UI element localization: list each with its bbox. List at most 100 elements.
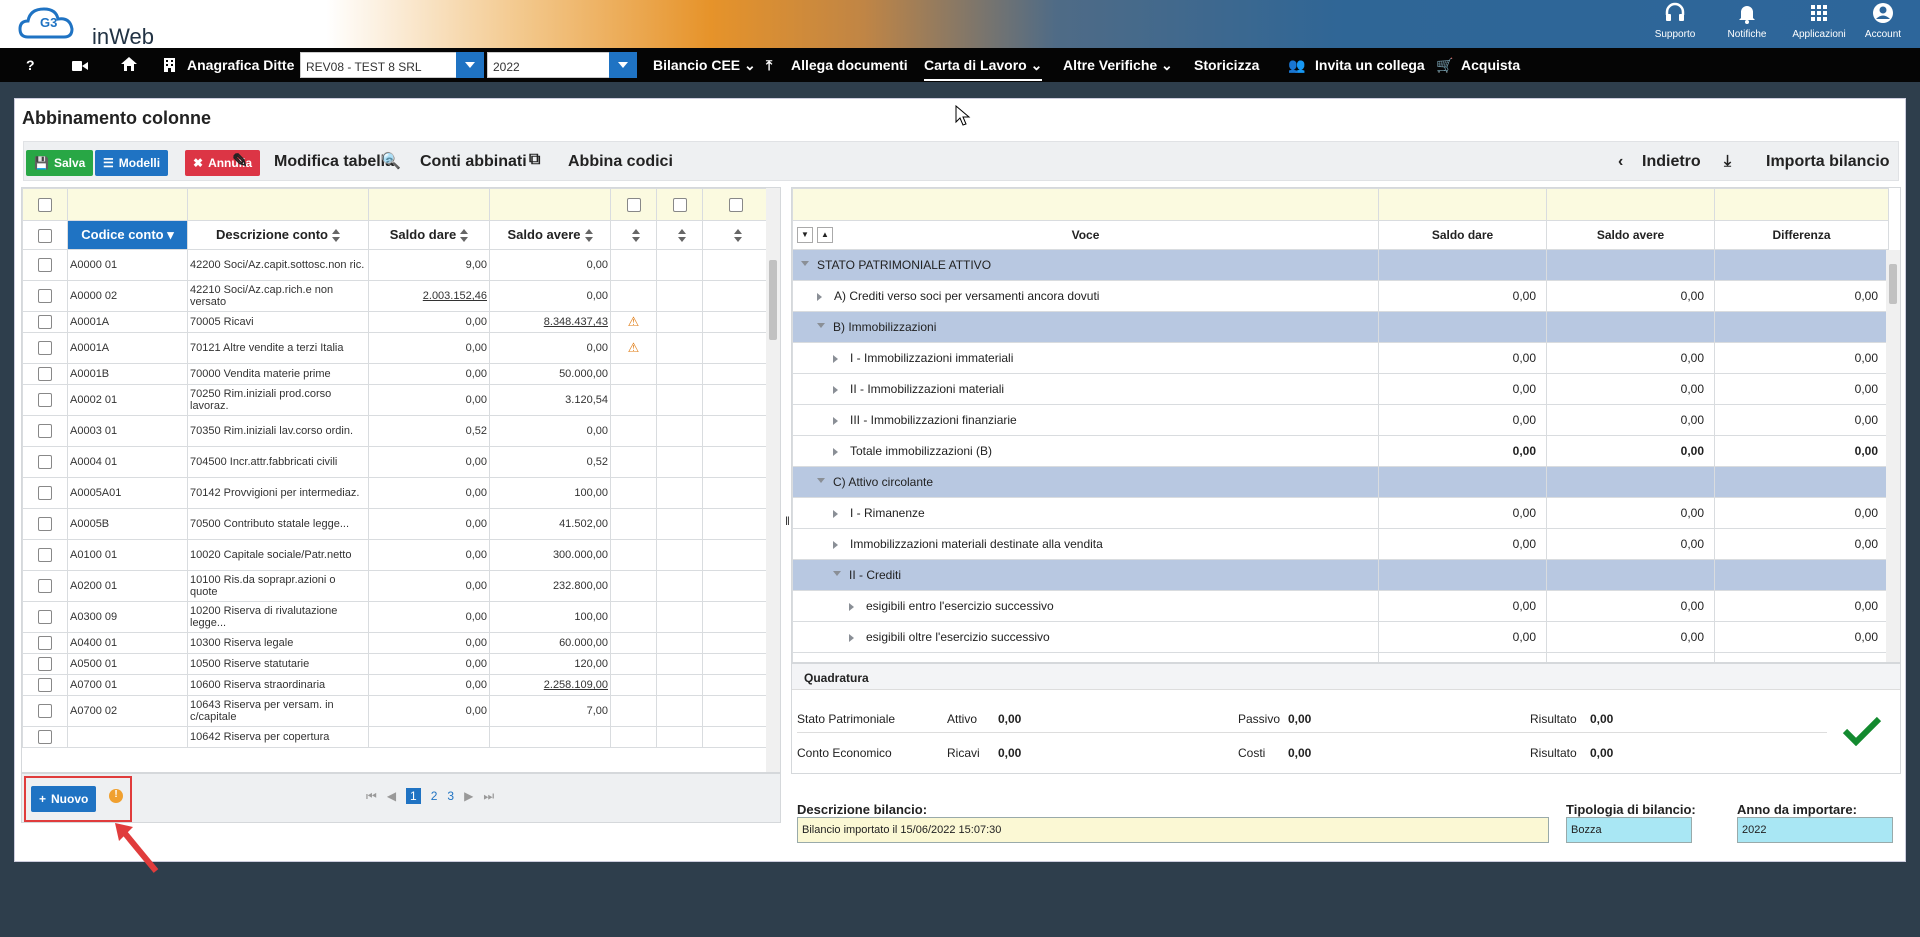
abbina-codici-button[interactable]: Abbina codici	[568, 153, 673, 171]
row-checkbox[interactable]	[38, 636, 52, 650]
expanded-caret-icon[interactable]	[817, 478, 825, 487]
back-button[interactable]: Indietro	[1642, 153, 1701, 171]
nav-allega[interactable]: Allega documenti	[791, 57, 908, 73]
tree-row[interactable]: II - Immobilizzazioni materiali 0,00 0,00 0…	[792, 373, 1889, 405]
last-page-icon[interactable]: ⏭	[483, 789, 494, 804]
next-page-icon[interactable]: ▶	[464, 789, 473, 803]
table-row[interactable]: A0100 01 10020 Capitale sociale/Patr.nett…	[22, 539, 769, 571]
save-button[interactable]: 💾 Salva	[26, 150, 94, 176]
chevron-down-icon[interactable]	[456, 52, 484, 78]
page-3[interactable]: 3	[447, 789, 454, 803]
row-checkbox[interactable]	[38, 548, 52, 562]
home-icon[interactable]	[121, 57, 137, 74]
import-button[interactable]: Importa bilancio	[1766, 153, 1890, 171]
tree-row[interactable]: B) Immobilizzazioni	[792, 311, 1889, 343]
account-button[interactable]: Account	[1846, 2, 1920, 40]
row-checkbox[interactable]	[38, 393, 52, 407]
row-checkbox[interactable]	[38, 367, 52, 381]
collapsed-caret-icon[interactable]	[833, 416, 842, 425]
splitter-handle[interactable]: ‖	[785, 514, 790, 528]
row-checkbox[interactable]	[38, 730, 52, 744]
chevron-down-icon[interactable]	[609, 52, 637, 78]
collapsed-caret-icon[interactable]	[833, 385, 842, 394]
expand-all-icon[interactable]: ▲	[817, 227, 833, 243]
row-checkbox[interactable]	[38, 704, 52, 718]
expanded-caret-icon[interactable]	[817, 323, 825, 332]
table-row[interactable]: A0200 01 10100 Ris.da soprapr.azioni o qu…	[22, 570, 769, 602]
ditta-select[interactable]: REV08 - TEST 8 SRL	[300, 52, 484, 78]
nav-altre-verifiche[interactable]: Altre Verifiche ⌄	[1063, 57, 1173, 74]
table-row[interactable]: A0700 01 10600 Riserva straordinaria 0,00 2…	[22, 674, 769, 696]
nav-anagrafica[interactable]: Anagrafica Ditte	[187, 57, 294, 73]
collapsed-caret-icon[interactable]	[849, 633, 858, 642]
nuovo-button[interactable]: + Nuovo	[31, 786, 97, 812]
page-2[interactable]: 2	[431, 789, 438, 803]
table-row[interactable]: A0700 02 10643 Riserva per versam. in c/c…	[22, 695, 769, 727]
column-codice[interactable]: Codice conto ▾	[67, 220, 188, 250]
column-extra[interactable]	[656, 220, 703, 250]
table-row[interactable]: A0005A01 70142 Provvigioni per intermedia…	[22, 477, 769, 509]
collapsed-caret-icon[interactable]	[833, 354, 842, 363]
left-scrollbar[interactable]	[766, 188, 780, 772]
table-row[interactable]: A0003 01 70350 Rim.iniziali lav.corso ord…	[22, 415, 769, 447]
row-checkbox[interactable]	[38, 486, 52, 500]
column-extra[interactable]	[610, 220, 657, 250]
table-row[interactable]: A0400 01 10300 Riserva legale 0,00 60.000,0…	[22, 632, 769, 654]
table-row[interactable]: 10642 Riserva per copertura	[22, 726, 769, 748]
collapsed-caret-icon[interactable]	[833, 509, 842, 518]
row-checkbox[interactable]	[38, 610, 52, 624]
warning-icon[interactable]: ⚠	[628, 340, 640, 355]
tree-row[interactable]: III - Immobilizzazioni finanziarie 0,00 0,…	[792, 404, 1889, 436]
tree-row[interactable]: esigibili entro l'esercizio successivo 0,…	[792, 590, 1889, 622]
row-checkbox[interactable]	[38, 517, 52, 531]
expanded-caret-icon[interactable]	[833, 571, 841, 580]
column-dare[interactable]: Saldo dare	[368, 220, 490, 250]
nav-storicizza[interactable]: Storicizza	[1194, 57, 1259, 73]
table-row[interactable]: A0005B 70500 Contributo statale legge... 0…	[22, 508, 769, 540]
modifica-tabella-button[interactable]: Modifica tabella	[274, 153, 394, 171]
conti-abbinati-button[interactable]: Conti abbinati	[420, 153, 527, 171]
row-checkbox[interactable]	[38, 579, 52, 593]
tree-row[interactable]: A) Crediti verso soci per versamenti anc…	[792, 280, 1889, 312]
tree-row[interactable]: STATO PATRIMONIALE ATTIVO	[792, 249, 1889, 281]
header-checkbox[interactable]	[38, 228, 52, 243]
table-row[interactable]: A0001A 70005 Ricavi 0,00 8.348.437,43 ⚠	[22, 311, 769, 333]
expanded-caret-icon[interactable]	[801, 261, 809, 270]
modelli-button[interactable]: ☰ Modelli	[95, 150, 169, 176]
col-checkbox[interactable]	[626, 197, 641, 212]
column-extra[interactable]	[702, 220, 769, 250]
table-row[interactable]: A0001B 70000 Vendita materie prime 0,00 50.…	[22, 363, 769, 385]
table-row[interactable]: A0004 01 704500 Incr.attr.fabbricati civi…	[22, 446, 769, 478]
column-voce[interactable]: ▼ ▲ Voce	[792, 220, 1379, 250]
nav-carta-lavoro[interactable]: Carta di Lavoro ⌄	[924, 57, 1043, 81]
anno-input[interactable]: 2022	[1737, 817, 1893, 843]
warning-icon[interactable]: ⚠	[628, 314, 640, 329]
nav-acquista[interactable]: Acquista	[1461, 57, 1520, 73]
right-scrollbar[interactable]	[1886, 250, 1900, 662]
tree-row[interactable]: Totale immobilizzazioni (B) 0,00 0,00 0,00	[792, 435, 1889, 467]
row-checkbox[interactable]	[38, 258, 52, 272]
row-checkbox[interactable]	[38, 678, 52, 692]
cancel-button[interactable]: ✖ Annulla	[185, 150, 261, 176]
first-page-icon[interactable]: ⏮	[366, 789, 377, 804]
table-row[interactable]: A0000 01 42200 Soci/Az.capit.sottosc.non …	[22, 249, 769, 281]
collapsed-caret-icon[interactable]	[833, 447, 842, 456]
row-checkbox[interactable]	[38, 424, 52, 438]
tree-row[interactable]: II - Crediti	[792, 559, 1889, 591]
prev-page-icon[interactable]: ◀	[387, 789, 396, 803]
page-1[interactable]: 1	[406, 788, 421, 804]
tree-row[interactable]: esigibili oltre l'esercizio successivo 0,…	[792, 621, 1889, 653]
row-checkbox[interactable]	[38, 341, 52, 355]
help-button[interactable]: ?	[26, 57, 35, 73]
column-descrizione[interactable]: Descrizione conto	[187, 220, 369, 250]
nav-bilancio-cee[interactable]: Bilancio CEE ⌄	[653, 57, 756, 74]
table-row[interactable]: A0000 02 42210 Soci/Az.cap.rich.e non ver…	[22, 280, 769, 312]
collapsed-caret-icon[interactable]	[849, 602, 858, 611]
table-row[interactable]: A0001A 70121 Altre vendite a terzi Italia…	[22, 332, 769, 364]
column-avere[interactable]: Saldo avere	[489, 220, 611, 250]
tree-row[interactable]: Immobilizzazioni materiali destinate all…	[792, 528, 1889, 560]
anno-select[interactable]: 2022	[487, 52, 637, 78]
info-icon[interactable]: !	[109, 789, 123, 803]
table-row[interactable]: A0002 01 70250 Rim.iniziali prod.corso la…	[22, 384, 769, 416]
select-all-checkbox[interactable]	[38, 197, 52, 212]
